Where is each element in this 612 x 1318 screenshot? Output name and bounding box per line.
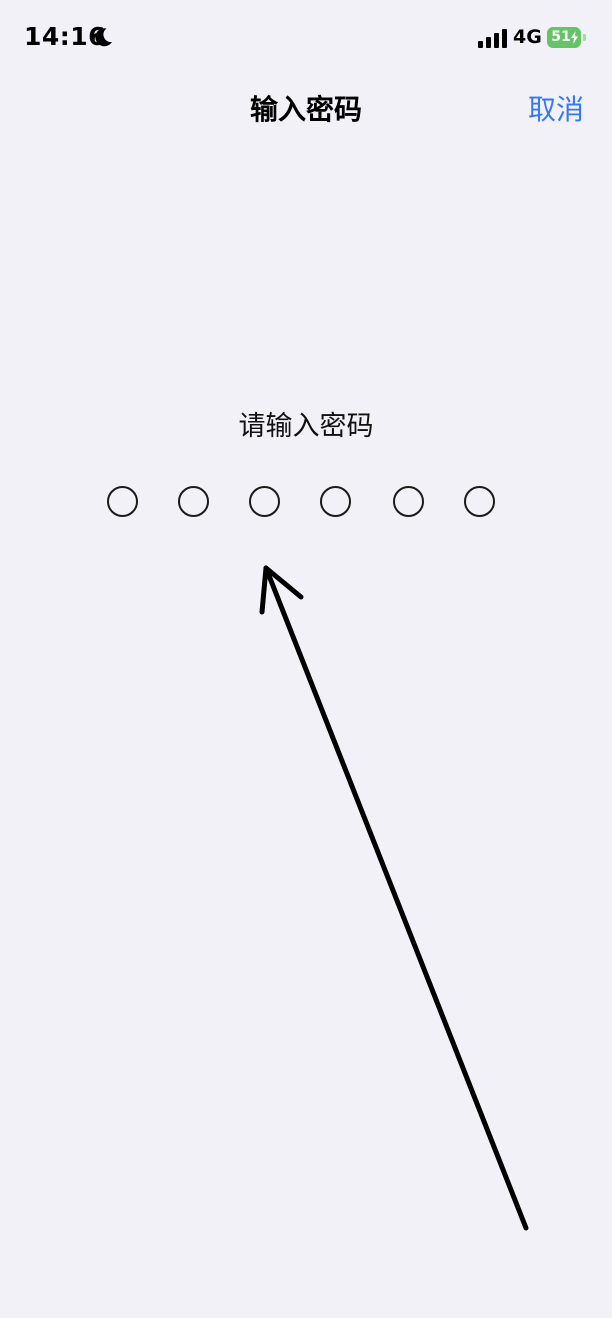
passcode-dots[interactable]: [107, 486, 499, 519]
passcode-dot: [320, 486, 351, 517]
passcode-dot: [249, 486, 280, 517]
moon-icon: [95, 28, 112, 47]
passcode-dot: [464, 486, 495, 517]
cancel-button[interactable]: 取消: [528, 88, 584, 128]
charging-bolt-icon: [571, 31, 578, 44]
battery-level: 51: [551, 29, 571, 45]
signal-icon: [478, 29, 507, 48]
battery-icon: 51: [547, 27, 581, 48]
annotation-arrow-icon: [259, 565, 529, 1231]
network-type: 4G: [513, 26, 542, 48]
passcode-dot: [393, 486, 424, 517]
passcode-prompt: 请输入密码: [238, 411, 374, 442]
page-title: 输入密码: [249, 93, 362, 126]
battery-cap: [583, 34, 586, 41]
passcode-dot: [107, 486, 138, 517]
passcode-dot: [178, 486, 209, 517]
status-bar: 14:16 4G 51: [0, 0, 612, 76]
